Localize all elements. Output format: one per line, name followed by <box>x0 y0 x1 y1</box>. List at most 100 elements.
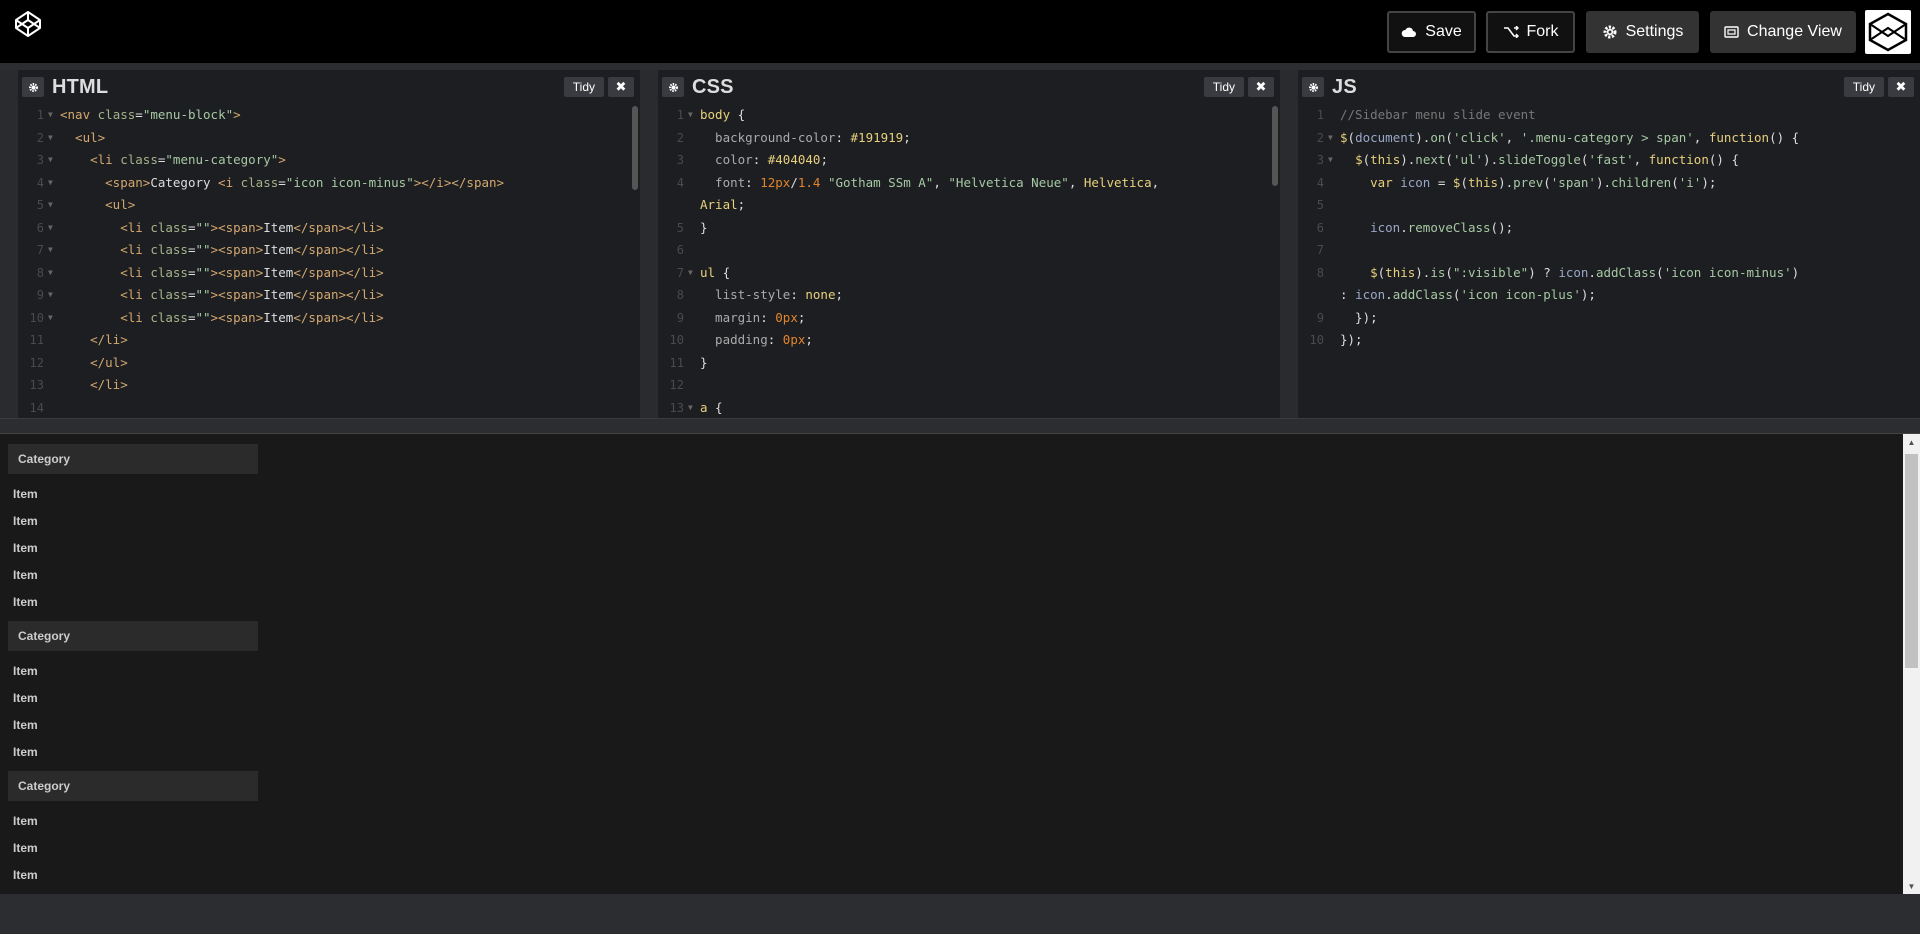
line-number: 7 <box>1316 243 1324 257</box>
fold-arrow-icon[interactable]: ▼ <box>688 262 693 285</box>
line-number: 5 <box>676 220 684 235</box>
code-token: Category <box>150 174 219 190</box>
fold-arrow-icon[interactable]: ▼ <box>48 149 53 172</box>
code-token: > <box>278 152 286 167</box>
html-pane-resizer[interactable] <box>0 70 18 418</box>
fold-arrow-icon[interactable]: ▼ <box>48 127 53 150</box>
menu-item[interactable]: Item <box>8 861 258 888</box>
code-token: 'ul' <box>1452 152 1484 167</box>
menu-item[interactable]: Item <box>8 561 258 588</box>
fold-arrow-icon[interactable]: ▼ <box>48 172 53 195</box>
code-token: 'icon icon-minus' <box>1663 264 1792 280</box>
fold-arrow-icon[interactable]: ▼ <box>48 239 53 262</box>
code-line: 3 color: #404040; <box>658 149 1280 172</box>
fold-arrow-icon[interactable]: ▼ <box>48 217 53 240</box>
save-button[interactable]: Save <box>1387 11 1476 53</box>
change-view-button[interactable]: Change View <box>1710 11 1856 53</box>
line-number: 1 <box>1316 108 1324 122</box>
html-close-button[interactable]: ✖ <box>608 77 634 97</box>
code-token: //Sidebar menu slide event <box>1340 107 1536 122</box>
scroll-up-arrow-icon[interactable]: ▲ <box>1903 434 1920 450</box>
code-token: : <box>1340 287 1356 302</box>
code-token: class <box>240 174 279 190</box>
menu-item[interactable]: Item <box>8 684 258 711</box>
code-token: <ul> <box>60 197 136 212</box>
css-code-editor[interactable]: 1 ▼ body {2 background-color: #191919; 3 co… <box>658 104 1280 418</box>
code-token: class <box>150 242 188 257</box>
js-code-editor[interactable]: 1 //Sidebar menu slide event 2 ▼ $(document)… <box>1298 104 1920 418</box>
code-text: background-color: #191919; <box>700 127 911 150</box>
menu-item[interactable]: Item <box>8 834 258 861</box>
css-settings-button[interactable] <box>662 77 684 97</box>
code-line: 2 ▼ $(document).on('click', '.menu-categor… <box>1298 127 1920 150</box>
js-tidy-button[interactable]: Tidy <box>1843 77 1884 97</box>
menu-category[interactable]: Category <box>8 771 258 801</box>
js-settings-button[interactable] <box>1302 77 1324 97</box>
code-token: padding <box>700 332 768 347</box>
code-token: addClass <box>1392 287 1453 302</box>
fold-arrow-icon[interactable]: ▼ <box>48 262 53 285</box>
js-pane-resizer[interactable] <box>1280 70 1298 418</box>
preview-resizer[interactable] <box>0 418 1920 434</box>
code-line: 5 ▼ <ul> <box>18 194 640 217</box>
fold-arrow-icon[interactable]: ▼ <box>688 397 693 419</box>
fold-arrow-icon[interactable]: ▼ <box>48 284 53 307</box>
html-code-editor[interactable]: 1 ▼ <nav class="menu-block"> 2 ▼ <ul> 3 ▼ <li … <box>18 104 640 418</box>
line-number: 14 <box>29 400 44 415</box>
code-token: = <box>135 107 143 122</box>
menu-category[interactable]: Category <box>8 444 258 474</box>
preview-scrollbar-thumb[interactable] <box>1905 454 1918 668</box>
html-editor-scrollbar[interactable] <box>632 106 638 190</box>
settings-button[interactable]: Settings <box>1586 11 1699 53</box>
code-line: 14 <box>18 397 640 419</box>
code-token: : <box>835 129 851 145</box>
code-token: <span> <box>60 174 151 190</box>
js-close-button[interactable]: ✖ <box>1888 77 1914 97</box>
fold-arrow-icon[interactable]: ▼ <box>48 307 53 330</box>
code-text: <li class=""><span>Item</span></li> <box>60 262 383 285</box>
codepen-logo-icon[interactable] <box>14 10 42 38</box>
code-line: 1 //Sidebar menu slide event <box>1298 104 1920 127</box>
menu-item[interactable]: Item <box>8 738 258 765</box>
html-tidy-button[interactable]: Tidy <box>563 77 604 97</box>
code-token: ><span> <box>210 242 264 257</box>
code-token: ). <box>1415 129 1431 145</box>
preview-scrollbar[interactable]: ▲ ▼ <box>1903 434 1920 894</box>
code-token: list-style <box>700 287 791 302</box>
code-token: $ <box>1355 152 1363 167</box>
menu-item[interactable]: Item <box>8 534 258 561</box>
css-editor-scrollbar[interactable] <box>1272 106 1278 186</box>
fold-arrow-icon[interactable]: ▼ <box>688 104 693 127</box>
fork-button[interactable]: Fork <box>1486 11 1575 53</box>
fold-arrow-icon[interactable]: ▼ <box>1328 127 1333 150</box>
css-pane-header: CSS Tidy ✖ <box>658 70 1280 104</box>
code-token: ) ? <box>1528 264 1559 280</box>
menu-item[interactable]: Item <box>8 588 258 615</box>
fold-arrow-icon[interactable]: ▼ <box>1328 149 1333 172</box>
user-avatar[interactable] <box>1865 10 1911 54</box>
css-tidy-button[interactable]: Tidy <box>1203 77 1244 97</box>
code-token: 0px <box>775 309 798 325</box>
code-token: ><span> <box>210 309 264 325</box>
menu-item[interactable]: Item <box>8 807 258 834</box>
fold-arrow-icon[interactable]: ▼ <box>48 194 53 217</box>
css-pane-resizer[interactable] <box>640 70 658 418</box>
menu-item[interactable]: Item <box>8 480 258 507</box>
line-number: 3 <box>1316 153 1324 167</box>
html-settings-button[interactable] <box>22 77 44 97</box>
menu-item[interactable]: Item <box>8 657 258 684</box>
fold-arrow-icon[interactable]: ▼ <box>48 104 53 127</box>
menu-item[interactable]: Item <box>8 711 258 738</box>
code-token: #404040 <box>767 152 821 167</box>
code-text: ul { <box>700 262 730 285</box>
menu-item[interactable]: Item <box>8 507 258 534</box>
code-text: : icon.addClass('icon icon-plus'); <box>1340 284 1596 307</box>
code-token: 0px <box>782 332 806 347</box>
code-token: body <box>700 107 731 122</box>
menu-category[interactable]: Category <box>8 621 258 651</box>
scroll-down-arrow-icon[interactable]: ▼ <box>1903 878 1920 894</box>
fork-label: Fork <box>1526 23 1559 40</box>
css-close-button[interactable]: ✖ <box>1248 77 1274 97</box>
code-token: { <box>715 264 731 280</box>
